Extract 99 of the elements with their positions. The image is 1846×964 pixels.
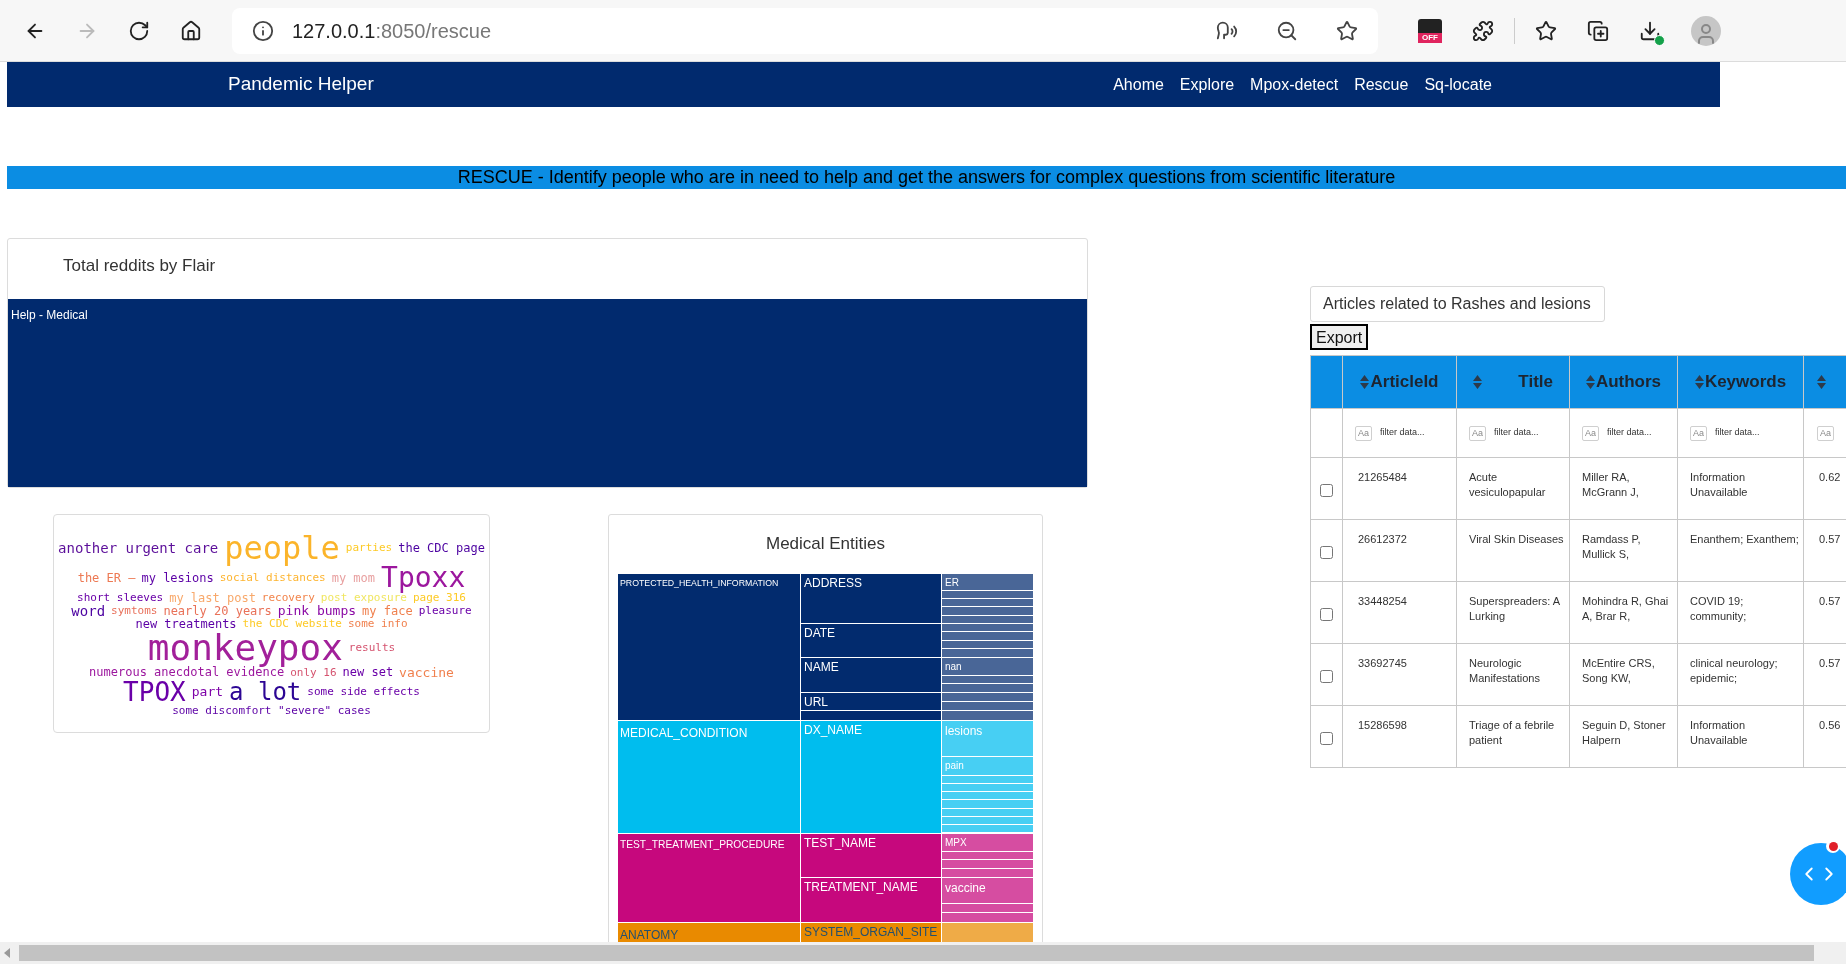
treemap-label: NAME: [804, 659, 839, 674]
treemap-label: pain: [945, 759, 964, 771]
table-cell: 0.56: [1819, 719, 1841, 731]
filter-field[interactable]: filter data...: [1607, 426, 1677, 440]
cloud-word: recovery: [261, 592, 315, 603]
cloud-word: my mom: [331, 571, 376, 584]
treemap-label: DATE: [804, 625, 836, 640]
table-cell: Acute vesiculopapular: [1469, 471, 1546, 498]
treemap-label: nan: [945, 660, 962, 672]
table-cell: Superspreaders: A Lurking: [1469, 595, 1560, 622]
table-cell: 33448254: [1358, 595, 1407, 607]
cloud-word: only 16: [290, 666, 337, 678]
cloud-word: the CDC website: [242, 618, 342, 629]
table-cell: Neurologic Manifestations: [1469, 657, 1540, 684]
filter-field[interactable]: filter data...: [1380, 426, 1450, 440]
nav-link[interactable]: Sq-locate: [1424, 72, 1492, 97]
table-cell: Seguin D, Stoner Halpern: [1582, 719, 1666, 746]
table-cell: 21265484: [1358, 471, 1407, 483]
treemap-label: PROTECTED_HEALTH_INFORMATION: [620, 577, 779, 588]
cloud-word: my face: [362, 604, 413, 617]
brand-title[interactable]: Pandemic Helper: [228, 70, 374, 99]
table-cell: 0.62: [1819, 471, 1841, 483]
table-cell: McEntire CRS, Song KW,: [1582, 657, 1655, 684]
table-cell: clinical neurology; epidemic;: [1690, 657, 1778, 684]
treemap-label: ANATOMY: [620, 927, 679, 942]
filter-field[interactable]: filter data...: [1494, 426, 1564, 440]
case-toggle[interactable]: Aa: [1690, 425, 1707, 441]
cloud-word: symtoms: [111, 605, 158, 616]
table-cell: Information Unavailable: [1690, 471, 1748, 498]
treemap-label: lesions: [945, 723, 983, 738]
cloud-word: some info: [347, 618, 408, 629]
treemap-label: MPX: [945, 836, 967, 848]
table-cell: Enanthem; Exanthem;: [1690, 533, 1799, 545]
table-cell: 33692745: [1358, 657, 1407, 669]
export-button[interactable]: Export: [1310, 324, 1369, 350]
cloud-word: short sleeves: [77, 592, 164, 603]
table-cell: Mohindra R, Ghai A, Brar R,: [1582, 595, 1669, 622]
filter-field[interactable]: filter data...: [1715, 426, 1785, 440]
treemap-label: TEST_TREATMENT_PROCEDURE: [620, 838, 785, 850]
cloud-word: page 316: [412, 592, 466, 603]
nav-link[interactable]: Mpox-detect: [1250, 72, 1339, 97]
cloud-word: vaccine: [399, 665, 454, 679]
cloud-word: Tpoxx: [381, 563, 466, 592]
url-text: 127.0.0.1:8050/rescue: [292, 18, 493, 44]
table-cell: Miller RA, McGrann J,: [1582, 471, 1639, 498]
table-cell: 15286598: [1358, 719, 1407, 731]
cloud-word: some side effects: [307, 686, 420, 697]
cloud-word: the CDC page: [398, 541, 485, 554]
table-cell: 0.57: [1819, 533, 1841, 545]
treemap-label: SYSTEM_ORGAN_SITE: [804, 924, 938, 939]
table-cell: Ramdass P, Mullick S,: [1582, 533, 1641, 560]
table-cell: 0.57: [1819, 595, 1841, 607]
page-banner: RESCUE - Identify people who are in need to help and get the answers for complex questions from scientific literature: [7, 166, 1846, 189]
cloud-word: new treatments: [135, 617, 237, 630]
cloud-word: my lesions: [141, 571, 214, 584]
chart-title: Total reddits by Flair: [63, 255, 217, 277]
table-cell: COVID 19; community;: [1690, 595, 1747, 622]
treemap-label: vaccine: [945, 881, 986, 895]
cloud-word: word: [71, 603, 106, 618]
address-bar[interactable]: 127.0.0.1:8050/rescue: [232, 7, 1378, 54]
case-toggle[interactable]: Aa: [1582, 425, 1599, 441]
case-toggle[interactable]: Aa: [1355, 425, 1372, 441]
cloud-word: some discomfort "severe" cases: [172, 704, 371, 716]
cloud-word: social distances: [219, 572, 326, 583]
cloud-word: another urgent care: [58, 540, 219, 555]
search-field[interactable]: Articles related to Rashes and lesions: [1310, 286, 1605, 322]
chart-title: Medical Entities: [765, 533, 886, 555]
cloud-word: a lot: [229, 679, 302, 704]
treemap-label: TREATMENT_NAME: [804, 880, 918, 894]
table-cell: 26612372: [1358, 533, 1407, 545]
nav-link[interactable]: Explore: [1179, 72, 1235, 97]
cloud-word: my last post: [169, 591, 256, 604]
treemap-label: Help - Medical: [11, 308, 88, 322]
cloud-word: new set: [342, 666, 394, 678]
treemap-label: URL: [804, 694, 828, 709]
cloud-word: post exposure: [320, 592, 407, 603]
case-toggle[interactable]: Aa: [1469, 425, 1486, 441]
table-cell: Information Unavailable: [1690, 719, 1748, 746]
table-cell: Triage of a febrile patient: [1469, 719, 1555, 746]
treemap-label: TEST_NAME: [804, 835, 876, 850]
extension-icon[interactable]: OFF: [1418, 18, 1442, 43]
cloud-word: parties: [345, 542, 393, 553]
cloud-word: results: [348, 642, 396, 653]
nav-link[interactable]: Ahome: [1113, 72, 1164, 97]
case-toggle[interactable]: Aa: [1817, 425, 1834, 441]
treemap-label: ADDRESS: [804, 575, 862, 590]
nav-link[interactable]: Rescue: [1354, 72, 1409, 97]
cloud-word: part: [191, 685, 224, 698]
cloud-word: nearly 20 years: [163, 604, 272, 617]
cloud-word: pink bumps: [277, 604, 357, 617]
treemap-label: MEDICAL_CONDITION: [620, 725, 748, 740]
cloud-word: people: [224, 531, 340, 564]
treemap-label: ER: [945, 576, 959, 588]
table-cell: Viral Skin Diseases: [1469, 533, 1564, 545]
treemap-label: DX_NAME: [804, 722, 862, 737]
cloud-word: TPOX: [123, 678, 186, 705]
cloud-word: pleasure: [418, 605, 472, 616]
table-cell: 0.57: [1819, 657, 1841, 669]
cloud-word: the ER —: [77, 571, 136, 584]
